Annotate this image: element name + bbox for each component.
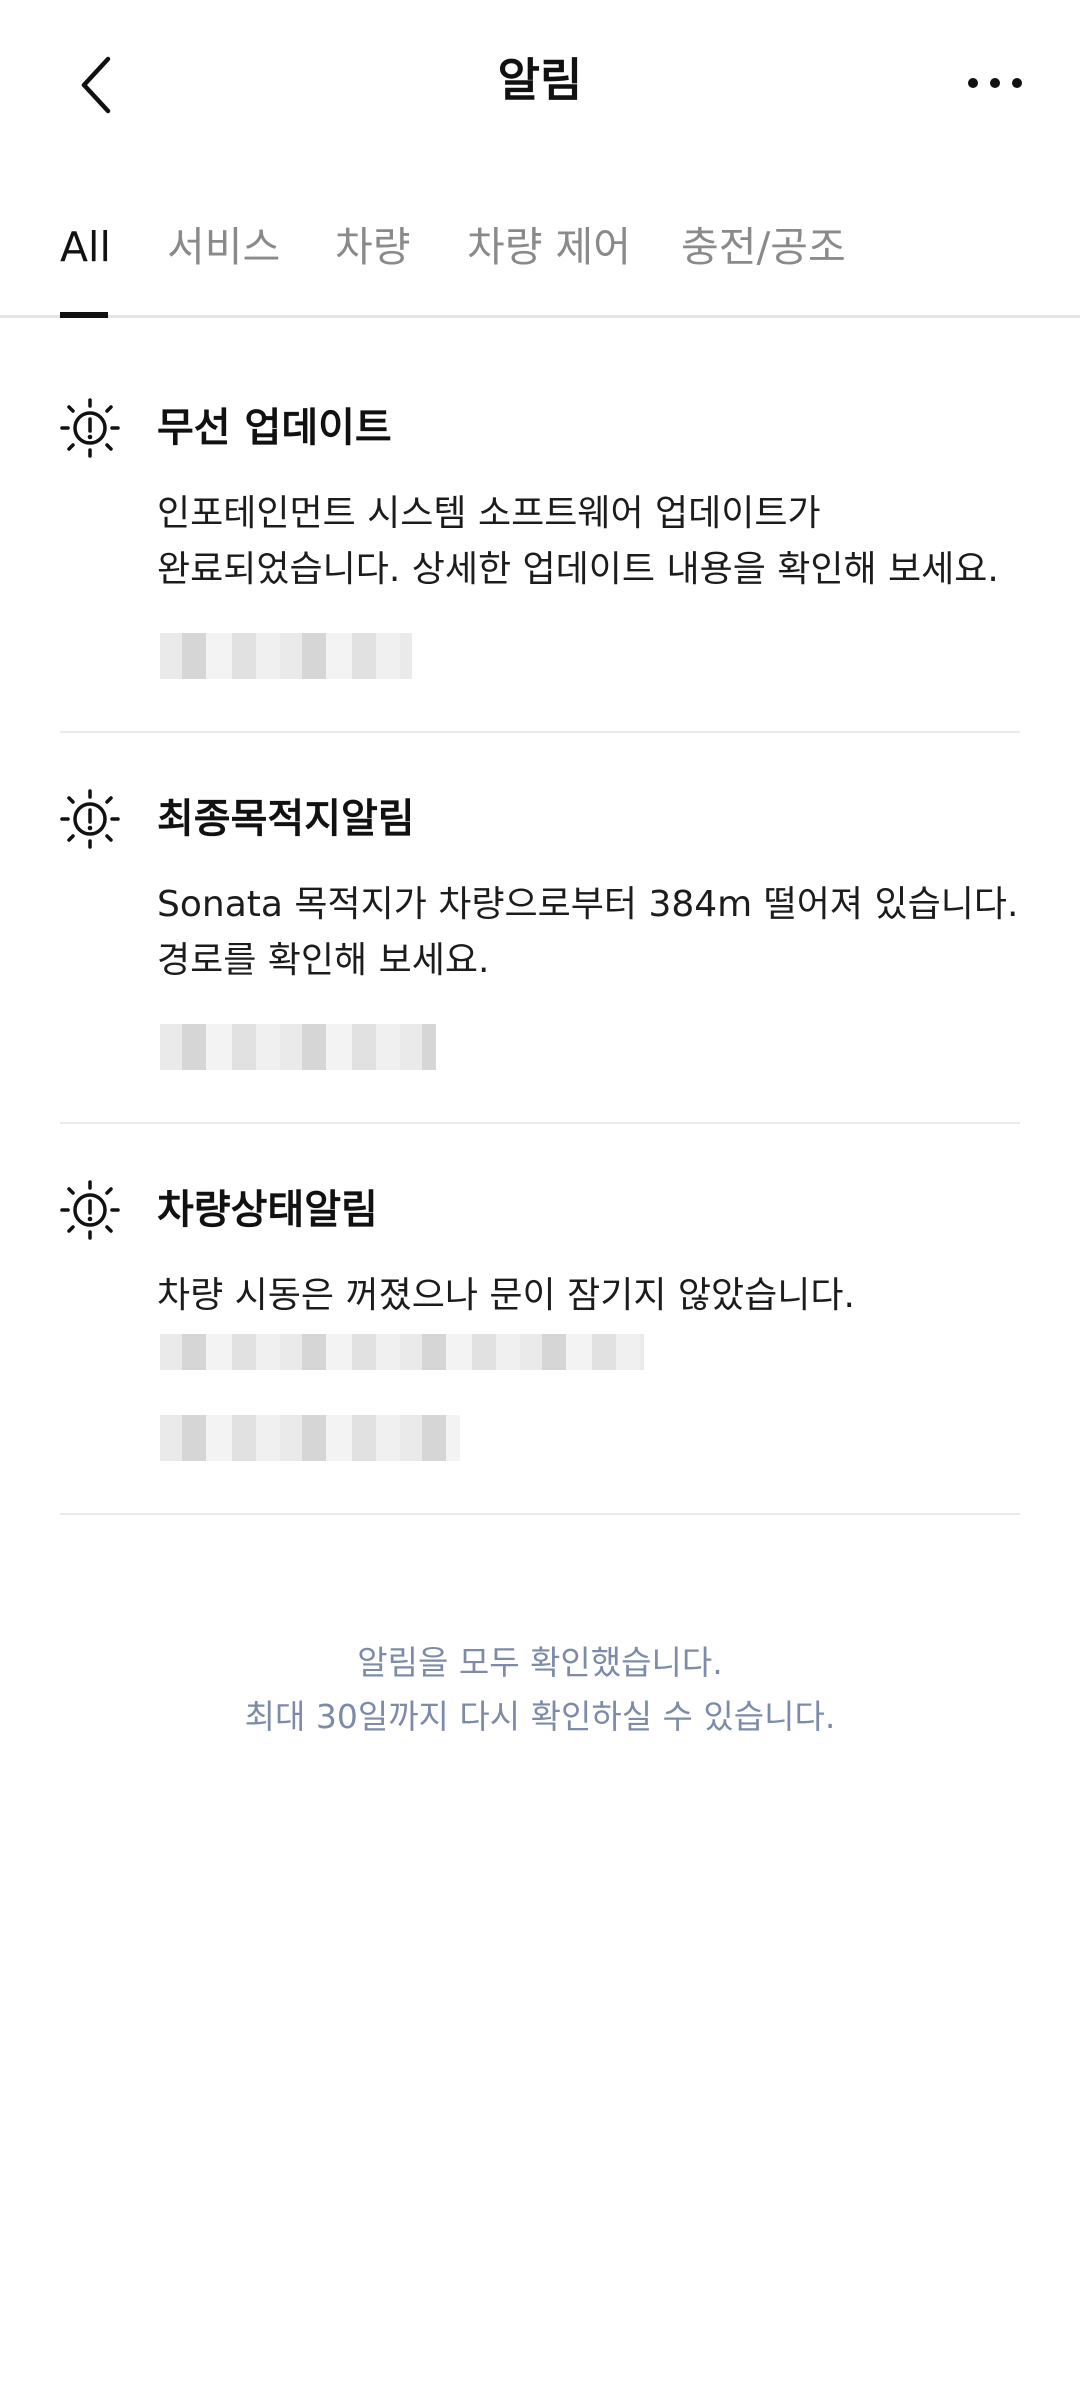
notification-title: 무선 업데이트: [157, 405, 392, 451]
page-title: 알림: [497, 53, 583, 107]
alert-lightbulb-icon: [60, 789, 120, 849]
notification-body-line: 경로를 확인해 보세요.: [157, 940, 490, 981]
notification-title: 차량상태알림: [157, 1187, 378, 1233]
all-read-message-line2: 최대 30일까지 다시 확인하실 수 있습니다.: [244, 1697, 836, 1736]
tab-all[interactable]: All: [60, 218, 111, 276]
alert-lightbulb-icon: [60, 398, 120, 458]
category-tabs: All 서비스 차량 차량 제어 충전/공조: [0, 168, 1080, 318]
notification-body-line: Sonata 목적지가 차량으로부터 384m 떨어져 있습니다.: [157, 884, 1019, 925]
redacted-timestamp: [160, 1024, 436, 1070]
redacted-timestamp: [160, 633, 412, 679]
alert-lightbulb-icon: [60, 1180, 120, 1240]
notification-body-line: 완료되었습니다. 상세한 업데이트 내용을 확인해 보세요.: [157, 549, 999, 590]
notification-item[interactable]: 차량상태알림 차량 시동은 꺼졌으나 문이 잠기지 않았습니다.: [60, 1124, 1020, 1515]
notification-item[interactable]: 최종목적지알림 Sonata 목적지가 차량으로부터 384m 떨어져 있습니다…: [60, 733, 1020, 1124]
redacted-timestamp: [160, 1415, 460, 1461]
tab-vehicle-control[interactable]: 차량 제어: [467, 218, 631, 276]
all-read-message: 알림을 모두 확인했습니다. 최대 30일까지 다시 확인하실 수 있습니다.: [0, 1636, 1080, 1744]
notification-body-line: 차량 시동은 꺼졌으나 문이 잠기지 않았습니다.: [157, 1275, 855, 1316]
more-horizontal-icon: [968, 77, 1022, 88]
more-options-button[interactable]: [950, 45, 1040, 120]
notification-body: 차량 시동은 꺼졌으나 문이 잠기지 않았습니다.: [157, 1268, 1037, 1324]
notification-body: Sonata 목적지가 차량으로부터 384m 떨어져 있습니다. 경로를 확인…: [157, 877, 1037, 989]
notification-title: 최종목적지알림: [157, 796, 415, 842]
tab-vehicle[interactable]: 차량: [335, 218, 410, 276]
notification-item[interactable]: 무선 업데이트 인포테인먼트 시스템 소프트웨어 업데이트가 완료되었습니다. …: [60, 318, 1020, 733]
notification-body: 인포테인먼트 시스템 소프트웨어 업데이트가 완료되었습니다. 상세한 업데이트…: [157, 486, 1037, 598]
redacted-text: [160, 1334, 644, 1370]
all-read-message-line1: 알림을 모두 확인했습니다.: [357, 1643, 723, 1682]
tab-charging-climate[interactable]: 충전/공조: [681, 218, 846, 276]
notification-body-line: 인포테인먼트 시스템 소프트웨어 업데이트가: [157, 493, 821, 534]
app-header: 알림: [0, 0, 1080, 168]
tab-service[interactable]: 서비스: [167, 218, 280, 276]
